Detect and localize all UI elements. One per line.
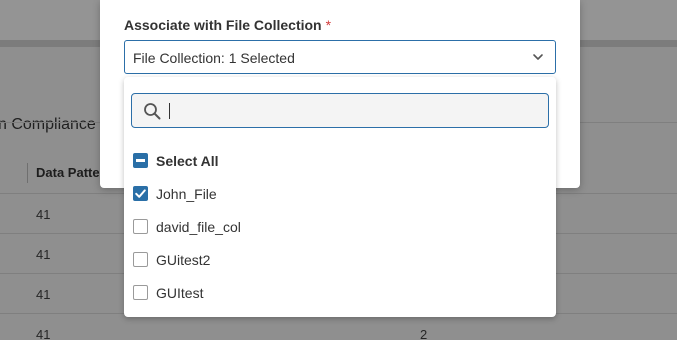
option-label: GUitest2 bbox=[156, 252, 211, 268]
dropdown-panel: Select All John_File david_file_col GUit… bbox=[124, 77, 556, 317]
table-cell: 41 bbox=[36, 247, 51, 262]
option-label: david_file_col bbox=[156, 219, 241, 235]
select-value: File Collection: 1 Selected bbox=[133, 50, 295, 66]
field-label-text: Associate with File Collection bbox=[124, 17, 322, 33]
option-guitest[interactable]: GUItest bbox=[133, 283, 533, 303]
checkbox-checked[interactable] bbox=[133, 186, 148, 201]
option-guitest2[interactable]: GUitest2 bbox=[133, 250, 533, 270]
option-label: Select All bbox=[156, 153, 219, 169]
checkbox-unchecked[interactable] bbox=[133, 219, 148, 234]
required-marker: * bbox=[325, 17, 332, 33]
option-david-file-col[interactable]: david_file_col bbox=[133, 217, 533, 237]
option-select-all[interactable]: Select All bbox=[133, 151, 533, 171]
search-field[interactable] bbox=[131, 93, 549, 128]
minus-icon bbox=[136, 159, 145, 162]
file-collection-select[interactable]: File Collection: 1 Selected bbox=[124, 40, 556, 74]
option-label: John_File bbox=[156, 186, 217, 202]
text-caret bbox=[169, 103, 170, 119]
column-separator bbox=[27, 163, 28, 183]
search-icon bbox=[144, 103, 161, 120]
option-label: GUItest bbox=[156, 285, 204, 301]
table-row[interactable]: 41 2 bbox=[0, 313, 677, 340]
checkbox-unchecked[interactable] bbox=[133, 285, 148, 300]
table-cell: 41 bbox=[36, 327, 51, 340]
background-section-heading: n Compliance F bbox=[0, 116, 111, 133]
field-label: Associate with File Collection * bbox=[124, 17, 331, 33]
checkmark-icon bbox=[135, 189, 146, 198]
table-cell: 41 bbox=[36, 287, 51, 302]
table-column-header[interactable]: Data Patte bbox=[36, 165, 100, 180]
chevron-down-icon[interactable] bbox=[531, 50, 545, 64]
table-cell: 41 bbox=[36, 207, 51, 222]
checkbox-unchecked[interactable] bbox=[133, 252, 148, 267]
option-john-file[interactable]: John_File bbox=[133, 184, 533, 204]
checkbox-indeterminate[interactable] bbox=[133, 153, 148, 168]
table-cell: 2 bbox=[420, 327, 428, 340]
